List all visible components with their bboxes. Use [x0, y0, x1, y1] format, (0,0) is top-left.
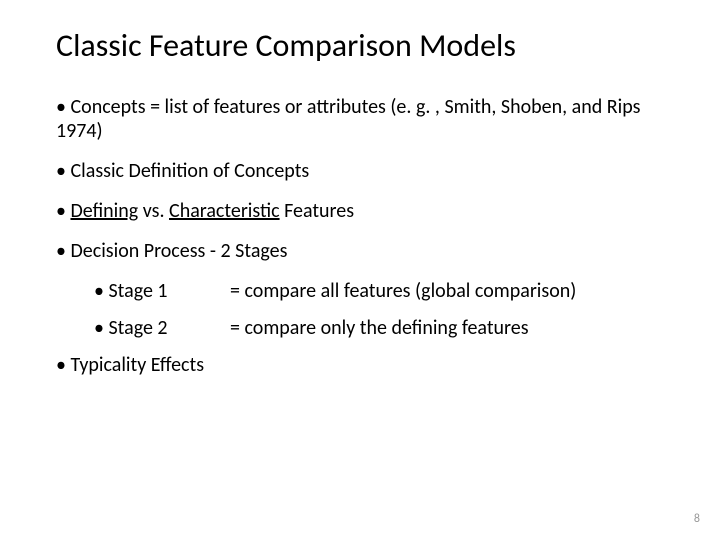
stage-2-desc: = compare only the defining features: [230, 316, 670, 341]
bullet-defining-vs-characteristic: • Defining vs. Characteristic Features: [56, 199, 670, 223]
text-characteristic: Characteristic: [169, 199, 280, 223]
text-vs: vs.: [138, 199, 169, 223]
text-prefix: •: [56, 199, 70, 223]
bullet-list: • Concepts = list of features or attribu…: [56, 95, 670, 377]
text-features: Features: [280, 199, 354, 223]
bullet-classic-definition: • Classic Definition of Concepts: [56, 159, 670, 183]
sub-bullet-stage-2: • Stage 2 = compare only the defining fe…: [94, 316, 670, 341]
bullet-decision-process: • Decision Process - 2 Stages: [56, 239, 670, 263]
bullet-concepts: • Concepts = list of features or attribu…: [56, 95, 670, 143]
sub-bullet-stage-1: • Stage 1 = compare all features (global…: [94, 279, 670, 304]
slide: Classic Feature Comparison Models • Conc…: [0, 0, 720, 540]
page-number: 8: [694, 512, 700, 526]
bullet-typicality-effects: • Typicality Effects: [56, 353, 670, 377]
stage-1-label: • Stage 1: [94, 279, 230, 304]
slide-title: Classic Feature Comparison Models: [56, 26, 670, 65]
text-defining: Defining: [70, 199, 138, 223]
stage-2-label: • Stage 2: [94, 316, 230, 341]
stage-1-desc: = compare all features (global compariso…: [230, 279, 670, 304]
